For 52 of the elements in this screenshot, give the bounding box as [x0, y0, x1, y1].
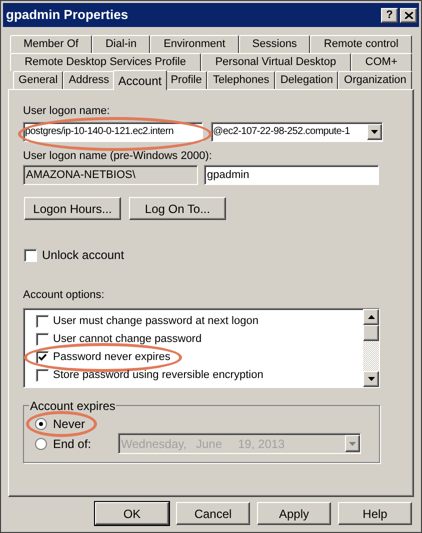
tab[interactable]: Dial-in	[92, 35, 150, 53]
field-label: User logon name:	[23, 104, 110, 119]
checkbox-label: Unlock account	[42, 247, 124, 264]
section-label: Account options:	[23, 288, 106, 303]
option-label: User cannot change password	[53, 332, 202, 348]
dialog-button[interactable]: Logon Hours...	[24, 197, 121, 220]
help-button[interactable]: ?	[381, 8, 398, 22]
radio-label: Never	[53, 416, 86, 432]
field-label: User logon name (pre-Windows 2000):	[23, 148, 212, 164]
down-arrow-icon	[349, 442, 356, 446]
window-title: gpadmin Properties	[6, 6, 128, 24]
down-arrow-icon	[368, 376, 374, 380]
tab[interactable]: General	[13, 71, 64, 89]
radio-button[interactable]	[35, 418, 47, 430]
scrollbar-thumb[interactable]	[363, 324, 379, 340]
tab[interactable]: Address	[63, 71, 115, 89]
tab[interactable]: Remote Desktop Services Profile	[10, 53, 201, 71]
up-arrow-icon	[368, 314, 374, 318]
option-label: Store password using reversible encryption	[53, 368, 264, 384]
group-label: Account expires	[29, 398, 116, 414]
down-arrow-icon	[371, 130, 378, 134]
tab[interactable]: Delegation	[274, 71, 338, 89]
tab[interactable]: Profile	[165, 71, 208, 89]
netbios-domain-field[interactable]: AMAZONA-NETBIOS\	[23, 165, 198, 185]
checkbox[interactable]	[24, 248, 37, 262]
checkbox[interactable]	[36, 351, 49, 364]
tab[interactable]: Organization	[338, 71, 412, 89]
tab[interactable]: Member Of	[10, 35, 92, 53]
tab[interactable]: Environment	[150, 35, 239, 53]
close-button[interactable]	[400, 8, 417, 22]
dialog-button[interactable]: Help	[338, 502, 412, 525]
tab[interactable]: Account	[112, 70, 168, 90]
option-label: User must change password at next logon	[53, 314, 258, 330]
radio-label: End of:	[53, 436, 92, 452]
scrollbar[interactable]	[363, 308, 379, 386]
checkbox[interactable]	[36, 333, 49, 346]
option-label: Password never expires	[53, 350, 170, 366]
radio-button[interactable]	[35, 438, 47, 450]
checkmark-icon	[38, 353, 47, 362]
close-icon	[404, 12, 412, 18]
tab[interactable]: Personal Virtual Desktop	[200, 53, 351, 71]
tab[interactable]: Remote control	[310, 35, 412, 53]
tab[interactable]: Sessions	[238, 35, 310, 53]
dialog-button[interactable]: Cancel	[176, 502, 250, 525]
pre2000-logon-field[interactable]: gpadmin	[204, 165, 379, 185]
domain-dropdown[interactable]: @ec2-107-22-98-252.compute-1	[211, 122, 383, 142]
dialog-button[interactable]: Log On To...	[129, 197, 226, 220]
dialog-button[interactable]: OK	[95, 502, 169, 525]
tab[interactable]: COM+	[350, 53, 412, 71]
dialog-button[interactable]: Apply	[257, 502, 331, 525]
logon-name-field[interactable]: postgres/ip-10-140-0-121.ec2.intern	[23, 122, 203, 142]
tab[interactable]: Telephones	[207, 71, 275, 89]
